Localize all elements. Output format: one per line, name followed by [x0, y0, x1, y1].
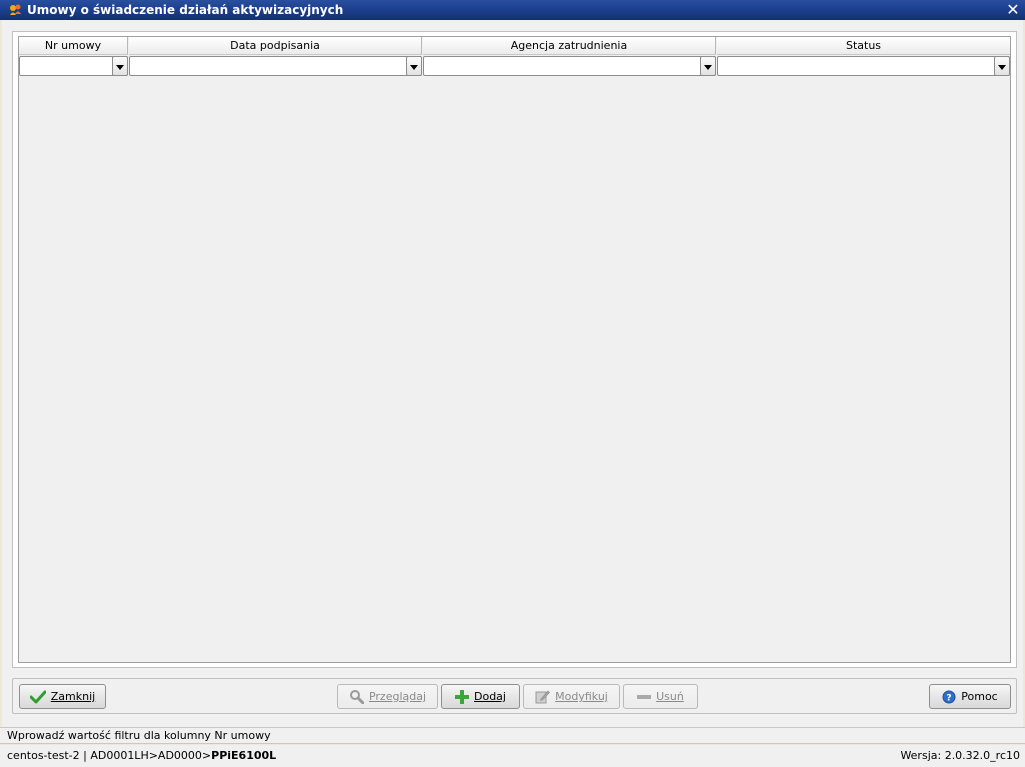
edit-icon — [535, 689, 551, 704]
title-bar: Umowy o świadczenie działań aktywizacyjn… — [0, 0, 1025, 20]
minus-icon — [637, 690, 652, 704]
status-bar: centos-test-2 | AD0001LH>AD0000>PPiE6100… — [0, 745, 1025, 767]
window-content: Nr umowy Data podpisania Agencja zatrudn… — [2, 20, 1023, 727]
filter-nr-umowy-dropdown[interactable] — [112, 56, 128, 76]
help-button[interactable]: ? Pomoc — [929, 684, 1011, 709]
help-icon: ? — [942, 690, 956, 704]
filter-data-podpisania-input[interactable] — [130, 57, 406, 75]
column-header-nr-umowy[interactable]: Nr umowy — [19, 37, 128, 55]
filter-status — [717, 56, 1010, 76]
close-button[interactable]: Zamknij — [19, 684, 106, 709]
filter-status-input[interactable] — [718, 57, 994, 75]
magnifier-icon — [349, 689, 364, 704]
window-title: Umowy o świadczenie działań aktywizacyjn… — [27, 3, 344, 17]
filter-data-podpisania-dropdown[interactable] — [406, 56, 422, 76]
modify-button-label: Modyfikuj — [555, 690, 608, 703]
filter-agencja-zatrudnienia-input[interactable] — [424, 57, 700, 75]
modify-button[interactable]: Modyfikuj — [523, 684, 620, 709]
delete-button-label: Usuń — [656, 690, 684, 703]
filter-agencja-zatrudnienia-dropdown[interactable] — [700, 56, 716, 76]
browse-button-label: Przeglądaj — [368, 690, 427, 703]
close-window-button[interactable]: ✕ — [1005, 1, 1021, 19]
session-path: centos-test-2 | AD0001LH>AD0000>PPiE6100… — [7, 745, 276, 767]
filter-status-dropdown[interactable] — [994, 56, 1010, 76]
browse-button[interactable]: Przeglądaj — [337, 684, 438, 709]
grid-header-row: Nr umowy Data podpisania Agencja zatrudn… — [19, 37, 1010, 55]
help-button-label: Pomoc — [961, 690, 998, 703]
filter-agencja-zatrudnienia — [423, 56, 716, 76]
filter-hint: Wprowadź wartość filtru dla kolumny Nr u… — [0, 727, 1025, 744]
add-button-label: Dodaj — [474, 690, 506, 703]
close-button-label: Zamknij — [50, 690, 96, 703]
button-bar: Zamknij Przeglądaj Dodaj Modyfikuj Usuń — [12, 678, 1017, 714]
checkmark-icon — [29, 690, 46, 704]
session-path-prefix: centos-test-2 | AD0001LH>AD0000> — [7, 749, 212, 762]
column-header-data-podpisania[interactable]: Data podpisania — [129, 37, 422, 55]
column-header-agencja-zatrudnienia[interactable]: Agencja zatrudnienia — [423, 37, 716, 55]
column-header-status[interactable]: Status — [717, 37, 1010, 55]
app-icon — [9, 3, 22, 16]
svg-text:?: ? — [947, 693, 952, 703]
plus-icon — [455, 689, 469, 704]
grid-panel: Nr umowy Data podpisania Agencja zatrudn… — [12, 31, 1017, 668]
delete-button[interactable]: Usuń — [623, 684, 698, 709]
version-label: Wersja: 2.0.32.0_rc10 — [900, 749, 1020, 762]
add-button[interactable]: Dodaj — [441, 684, 520, 709]
filter-nr-umowy-input[interactable] — [20, 57, 112, 75]
screen-code: PPiE6100L — [211, 749, 277, 762]
filter-nr-umowy — [19, 56, 128, 76]
contracts-grid: Nr umowy Data podpisania Agencja zatrudn… — [18, 36, 1011, 663]
filter-data-podpisania — [129, 56, 422, 76]
